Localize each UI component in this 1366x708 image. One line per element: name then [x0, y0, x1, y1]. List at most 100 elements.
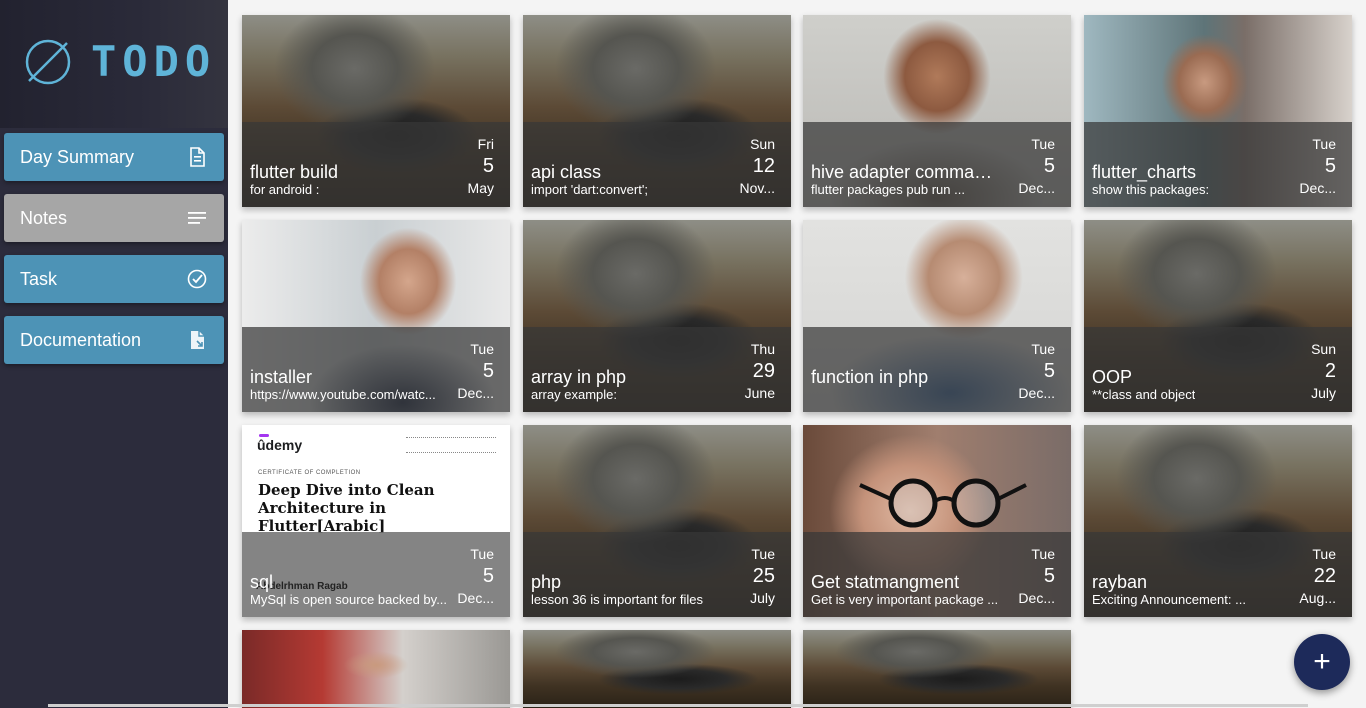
note-title: php [531, 572, 562, 592]
note-card[interactable]: Get statmangment Get is very important p… [803, 425, 1071, 617]
note-date: Tue 5 Dec... [450, 340, 494, 402]
note-card[interactable]: php lesson 36 is important for files Tue… [523, 425, 791, 617]
note-month: Dec... [1018, 590, 1055, 606]
note-day: Tue [1031, 136, 1055, 152]
note-subtitle: Get is very important package ... [811, 592, 999, 607]
logo-slash-circle-icon [25, 39, 71, 85]
note-day-number: 5 [482, 155, 494, 177]
note-day: Tue [470, 341, 494, 357]
note-date: Fri 5 May [450, 135, 494, 197]
note-card[interactable]: rayban Exciting Announcement: ... Tue 22… [1084, 425, 1352, 617]
note-month: Dec... [1018, 180, 1055, 196]
note-day-number: 2 [1324, 360, 1336, 382]
note-subtitle: Exciting Announcement: ... [1092, 592, 1246, 607]
check-circle-icon [186, 268, 208, 290]
note-day-number: 22 [1313, 565, 1336, 587]
note-date: Tue 5 Dec... [1292, 135, 1336, 197]
nav-notes-label: Notes [20, 207, 68, 228]
note-subtitle: array example: [531, 387, 617, 402]
note-day: Sun [750, 136, 775, 152]
note-card[interactable] [242, 630, 510, 708]
note-day-number: 5 [1043, 155, 1055, 177]
note-card[interactable]: installer https://www.youtube.com/watc..… [242, 220, 510, 412]
note-month: May [467, 180, 494, 196]
note-title: sql [250, 572, 274, 592]
note-subtitle: lesson 36 is important for files [531, 592, 703, 607]
note-day-number: 5 [1043, 360, 1055, 382]
note-subtitle: MySql is open source backed by... [250, 592, 448, 607]
note-month: July [750, 590, 775, 606]
note-day: Fri [477, 136, 494, 152]
nav-documentation-button[interactable]: Documentation [4, 316, 224, 364]
nav-notes-button[interactable]: Notes [4, 194, 224, 242]
note-title: array in php [531, 367, 627, 387]
note-card[interactable]: array in php array example: Thu 29 June [523, 220, 791, 412]
note-subtitle: **class and object [1092, 387, 1196, 402]
note-date: Sun 2 July [1292, 340, 1336, 402]
note-date: Tue 25 July [731, 545, 775, 607]
note-date: Tue 5 Dec... [1011, 135, 1055, 197]
note-month: Dec... [457, 385, 494, 401]
nav-day-summary-button[interactable]: Day Summary [4, 133, 224, 181]
certificate-label: CERTIFICATE OF COMPLETION [258, 470, 361, 476]
note-month: Nov... [739, 180, 775, 196]
horizontal-scrollbar[interactable] [48, 704, 1308, 707]
document-arrow-icon [186, 329, 208, 351]
note-card[interactable]: flutter_charts show this packages: Tue 5… [1084, 15, 1352, 207]
note-day-number: 12 [752, 155, 775, 177]
note-subtitle: import 'dart:convert'; [531, 182, 648, 197]
note-title: function in php [811, 367, 929, 387]
certificate-details [406, 437, 496, 453]
note-title: api class [531, 162, 602, 182]
note-month: July [1311, 385, 1336, 401]
note-date: Tue 5 Dec... [1011, 545, 1055, 607]
note-day-number: 5 [482, 360, 494, 382]
note-subtitle: for android : [250, 182, 320, 197]
note-subtitle: show this packages: [1092, 182, 1210, 197]
note-date: Sun 12 Nov... [731, 135, 775, 197]
sidebar: TODO Day Summary Notes Task Documentatio… [0, 0, 228, 708]
note-month: Dec... [1299, 180, 1336, 196]
note-card[interactable]: hive adapter command ... flutter package… [803, 15, 1071, 207]
note-day: Tue [1031, 341, 1055, 357]
note-card[interactable]: function in php Tue 5 Dec... [803, 220, 1071, 412]
note-title: OOP [1092, 367, 1133, 387]
note-card[interactable]: ûdemy CERTIFICATE OF COMPLETION Deep Div… [242, 425, 510, 617]
note-day: Tue [470, 546, 494, 562]
note-month: Aug... [1299, 590, 1336, 606]
note-date: Tue 5 Dec... [1011, 340, 1055, 402]
certificate-title: Deep Dive into Clean Architecture in Flu… [258, 481, 435, 535]
note-month: Dec... [457, 590, 494, 606]
nav-task-button[interactable]: Task [4, 255, 224, 303]
note-subtitle: https://www.youtube.com/watc... [250, 387, 436, 402]
note-card[interactable]: flutter build for android : Fri 5 May [242, 15, 510, 207]
note-title: hive adapter command ... [811, 162, 1001, 182]
note-subtitle: flutter packages pub run ... [811, 182, 965, 197]
logo-text: TODO [91, 37, 217, 86]
document-icon [186, 146, 208, 168]
glasses-graphic [859, 478, 1027, 528]
nav-day-summary-label: Day Summary [20, 146, 135, 167]
note-day: Tue [1312, 136, 1336, 152]
note-day-number: 5 [1043, 565, 1055, 587]
note-month: June [744, 385, 775, 401]
note-card[interactable]: OOP **class and object Sun 2 July [1084, 220, 1352, 412]
note-day: Thu [750, 341, 775, 357]
note-photo [523, 630, 791, 708]
note-day: Tue [751, 546, 775, 562]
note-day-number: 5 [1324, 155, 1336, 177]
note-day-number: 29 [752, 360, 775, 382]
nav-task-label: Task [20, 268, 58, 289]
app-root: TODO Day Summary Notes Task Documentatio… [0, 0, 1366, 708]
note-card[interactable] [803, 630, 1071, 708]
note-date: Tue 22 Aug... [1292, 545, 1336, 607]
note-card[interactable] [523, 630, 791, 708]
note-day-number: 25 [752, 565, 775, 587]
add-note-button[interactable]: + [1294, 634, 1350, 690]
note-date: Tue 5 Dec... [450, 545, 494, 607]
note-month: Dec... [1018, 385, 1055, 401]
note-photo [242, 630, 510, 708]
note-day: Tue [1031, 546, 1055, 562]
note-card[interactable]: api class import 'dart:convert'; Sun 12 … [523, 15, 791, 207]
note-date: Thu 29 June [731, 340, 775, 402]
